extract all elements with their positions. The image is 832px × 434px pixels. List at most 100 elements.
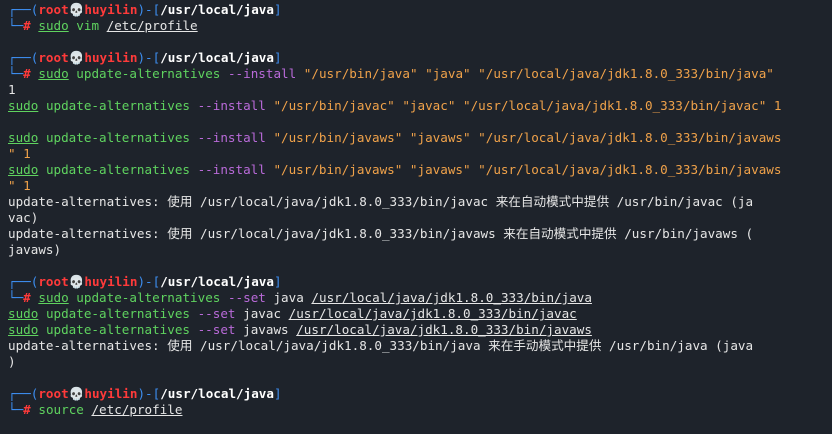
prompt-corner: └─ (8, 402, 24, 417)
command-tool: update-alternatives (76, 66, 221, 81)
prompt-user: root (38, 2, 69, 17)
prompt-corner: ┌──( (8, 274, 39, 289)
command-option: --set (227, 290, 266, 305)
prompt-separator: )-[ (137, 50, 161, 65)
command-args: "/usr/bin/java" "java" "/usr/local/java/… (303, 66, 774, 81)
command-option: --set (197, 306, 236, 321)
command-line[interactable]: sudo update-alternatives --set javac /us… (8, 306, 577, 322)
output-text: update-alternatives: 使用 /usr/local/java/… (8, 338, 754, 353)
command-option: --install (197, 162, 266, 177)
command-line[interactable]: sudo update-alternatives --install "/usr… (8, 162, 781, 178)
command-name: sudo (8, 98, 39, 113)
prompt-cwd: /usr/local/java (160, 2, 274, 17)
prompt-user: root (38, 386, 69, 401)
output-line: " 1 (8, 146, 31, 162)
command-line[interactable]: └─# sudo update-alternatives --install "… (8, 66, 774, 82)
terminal-window[interactable]: ┌──(root💀huyilin)-[/usr/local/java] └─# … (0, 0, 832, 434)
command-arg: java (273, 290, 304, 305)
prompt-hash: # (23, 18, 31, 33)
command-file: /usr/local/java/jdk1.8.0_333/bin/javac (288, 306, 577, 321)
prompt-hash: # (23, 402, 31, 417)
command-name: sudo (8, 130, 39, 145)
prompt-bracket: ] (273, 386, 282, 401)
prompt-host: huyilin (84, 2, 138, 17)
prompt-corner: └─ (8, 66, 24, 81)
command-option: --install (197, 98, 266, 113)
output-line: update-alternatives: 使用 /usr/local/java/… (8, 226, 753, 242)
command-line[interactable]: └─# sudo update-alternatives --set java … (8, 290, 592, 306)
prompt-header: ┌──(root💀huyilin)-[/usr/local/java] (8, 50, 282, 66)
prompt-header: ┌──(root💀huyilin)-[/usr/local/java] (8, 2, 282, 18)
command-tool: update-alternatives (45, 322, 190, 337)
output-line: update-alternatives: 使用 /usr/local/java/… (8, 194, 753, 210)
prompt-corner: ┌──( (8, 50, 39, 65)
command-file: /usr/local/java/jdk1.8.0_333/bin/javaws (296, 322, 592, 337)
output-text: javaws) (8, 242, 62, 257)
prompt-cwd: /usr/local/java (160, 274, 274, 289)
command-tool: update-alternatives (45, 98, 190, 113)
prompt-separator: )-[ (137, 386, 161, 401)
command-line[interactable]: sudo update-alternatives --install "/usr… (8, 98, 781, 114)
prompt-user: root (38, 50, 69, 65)
command-line[interactable]: └─# sudo vim /etc/profile (8, 18, 198, 34)
command-name: sudo (8, 322, 39, 337)
output-line: vac) (8, 210, 38, 226)
output-text: vac) (8, 210, 39, 225)
command-tool: update-alternatives (45, 162, 190, 177)
prompt-host: huyilin (84, 50, 138, 65)
prompt-hash: # (23, 290, 31, 305)
prompt-header: ┌──(root💀huyilin)-[/usr/local/java] (8, 274, 282, 290)
output-line: javaws) (8, 242, 61, 258)
skull-icon: 💀 (68, 2, 85, 17)
prompt-corner: └─ (8, 18, 24, 33)
prompt-cwd: /usr/local/java (160, 386, 274, 401)
skull-icon: 💀 (68, 386, 85, 401)
command-args: "/usr/bin/javaws" "javaws" "/usr/local/j… (273, 130, 782, 145)
command-name: sudo (38, 66, 69, 81)
command-args-wrap: " 1 (8, 178, 31, 193)
command-arg: vim (76, 18, 100, 33)
output-line: " 1 (8, 178, 31, 194)
prompt-bracket: ] (273, 50, 282, 65)
output-line: 1 (8, 82, 16, 98)
prompt-bracket: ] (273, 2, 282, 17)
command-tool: update-alternatives (45, 306, 190, 321)
command-line[interactable]: sudo update-alternatives --install "/usr… (8, 130, 781, 146)
prompt-host: huyilin (84, 386, 138, 401)
prompt-host: huyilin (84, 274, 138, 289)
prompt-separator: )-[ (137, 2, 161, 17)
prompt-bracket: ] (273, 274, 282, 289)
command-name: sudo (38, 290, 69, 305)
command-name: sudo (8, 306, 39, 321)
command-tool: update-alternatives (76, 290, 221, 305)
output-line: ) (8, 354, 16, 370)
output-line: update-alternatives: 使用 /usr/local/java/… (8, 338, 753, 354)
command-option: --install (227, 66, 297, 81)
prompt-header: ┌──(root💀huyilin)-[/usr/local/java] (8, 386, 282, 402)
output-text: update-alternatives: 使用 /usr/local/java/… (8, 226, 754, 241)
command-name: source (38, 402, 84, 417)
output-text: update-alternatives: 使用 /usr/local/java/… (8, 194, 754, 209)
prompt-corner: ┌──( (8, 2, 39, 17)
prompt-corner: ┌──( (8, 386, 39, 401)
command-option: --install (197, 130, 266, 145)
command-name: sudo (38, 18, 69, 33)
output-text: 1 (8, 82, 16, 97)
command-file: /etc/profile (106, 18, 198, 33)
command-file: /etc/profile (91, 402, 183, 417)
command-file: /usr/local/java/jdk1.8.0_333/bin/java (311, 290, 592, 305)
command-args: "/usr/bin/javaws" "javaws" "/usr/local/j… (273, 162, 782, 177)
prompt-user: root (38, 274, 69, 289)
command-name: sudo (8, 162, 39, 177)
command-args-wrap: " 1 (8, 146, 31, 161)
command-arg: javaws (243, 322, 289, 337)
command-line[interactable]: └─# source /etc/profile (8, 402, 182, 418)
output-text: ) (8, 354, 16, 369)
command-option: --set (197, 322, 236, 337)
skull-icon: 💀 (68, 274, 85, 289)
command-args: "/usr/bin/javac" "javac" "/usr/local/jav… (273, 98, 782, 113)
prompt-cwd: /usr/local/java (160, 50, 274, 65)
skull-icon: 💀 (68, 50, 85, 65)
command-arg: javac (243, 306, 282, 321)
command-line[interactable]: sudo update-alternatives --set javaws /u… (8, 322, 592, 338)
